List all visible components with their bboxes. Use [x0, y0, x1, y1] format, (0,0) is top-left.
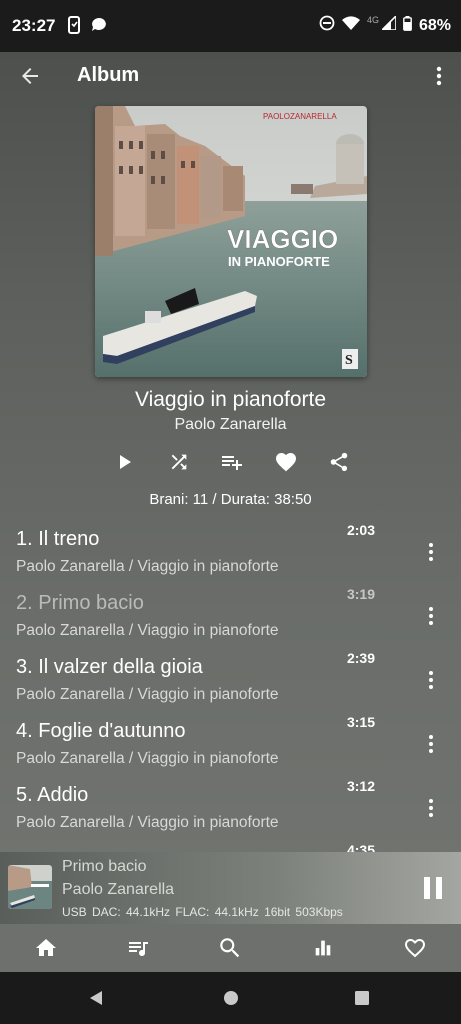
notification-chat-icon — [90, 16, 108, 39]
signal-icon — [380, 14, 397, 35]
cover-label-mark: S — [345, 353, 353, 368]
track-row[interactable]: 4:35 — [0, 834, 461, 852]
track-more-icon[interactable] — [427, 734, 435, 754]
track-duration: 4:35 — [346, 842, 375, 852]
system-nav-bar — [0, 972, 461, 1024]
track-duration: 2:03 — [346, 522, 375, 538]
track-row[interactable]: 1. Il treno Paolo Zanarella / Viaggio in… — [0, 514, 461, 578]
now-playing-bar[interactable]: Primo bacio Paolo Zanarella USB DAC: 44.… — [0, 852, 461, 924]
now-playing-title: Primo bacio — [62, 858, 147, 875]
add-to-playlist-icon[interactable] — [219, 449, 245, 475]
track-subtitle: Paolo Zanarella / Viaggio in pianoforte — [16, 558, 279, 575]
play-icon[interactable] — [112, 449, 138, 475]
search-icon[interactable] — [206, 928, 254, 968]
page-title: Album — [77, 64, 140, 86]
more-vert-icon[interactable] — [431, 64, 447, 88]
recents-square-icon[interactable] — [352, 988, 372, 1008]
status-time: 23:27 — [12, 16, 56, 35]
status-bar: 23:27 4G 68% — [0, 0, 461, 52]
album-title: Viaggio in pianoforte — [134, 388, 327, 411]
track-title: 5. Addio — [16, 784, 89, 806]
track-duration: 3:15 — [346, 714, 375, 730]
battery-icon — [403, 15, 412, 36]
app-bar: Album — [0, 52, 461, 98]
album-artist[interactable]: Paolo Zanarella — [0, 416, 461, 434]
track-more-icon[interactable] — [427, 670, 435, 690]
home-circle-icon[interactable] — [221, 988, 241, 1008]
track-title: 3. Il valzer della gioia — [16, 656, 203, 678]
equalizer-icon[interactable] — [299, 928, 347, 968]
track-subtitle: Paolo Zanarella / Viaggio in pianoforte — [16, 814, 279, 831]
track-more-icon[interactable] — [427, 798, 435, 818]
album-actions — [112, 448, 352, 476]
notification-phone-icon — [66, 16, 82, 39]
cover-publisher: PAOLOZANARELLA — [263, 112, 337, 121]
back-triangle-icon[interactable] — [86, 988, 106, 1008]
queue-music-icon[interactable] — [114, 928, 162, 968]
now-playing-artist: Paolo Zanarella — [62, 881, 175, 898]
album-cover[interactable]: PAOLOZANARELLA VIAGGIO IN PIANOFORTE S — [95, 106, 367, 377]
track-title: 4. Foglie d'autunno — [16, 720, 186, 742]
favorite-icon[interactable] — [273, 449, 299, 475]
track-list[interactable]: 1. Il treno Paolo Zanarella / Viaggio in… — [0, 514, 461, 852]
track-subtitle: Paolo Zanarella / Viaggio in pianoforte — [16, 750, 279, 767]
track-row[interactable]: 4. Foglie d'autunno Paolo Zanarella / Vi… — [0, 706, 461, 770]
now-playing-tech-info: USB DAC: 44.1kHz FLAC: 44.1kHz 16bit 503… — [62, 905, 343, 919]
cover-title-line2: IN PIANOFORTE — [228, 254, 330, 269]
track-duration: 3:19 — [346, 586, 375, 602]
battery-percent: 68% — [418, 16, 451, 34]
shuffle-icon[interactable] — [166, 449, 192, 475]
track-more-icon[interactable] — [427, 606, 435, 626]
track-row[interactable]: 3. Il valzer della gioia Paolo Zanarella… — [0, 642, 461, 706]
album-info: Brani: 11 / Durata: 38:50 — [149, 491, 312, 508]
track-subtitle: Paolo Zanarella / Viaggio in pianoforte — [16, 686, 279, 703]
track-title: 1. Il treno — [16, 528, 100, 550]
home-icon[interactable] — [22, 928, 70, 968]
pause-icon[interactable] — [421, 875, 445, 901]
bottom-nav — [0, 924, 461, 972]
dnd-icon — [319, 15, 335, 36]
cover-title-line1: VIAGGIO — [227, 224, 338, 254]
network-type-label: 4G — [366, 15, 379, 25]
track-duration: 2:39 — [346, 650, 375, 666]
track-row[interactable]: 5. Addio Paolo Zanarella / Viaggio in pi… — [0, 770, 461, 834]
now-playing-cover — [8, 865, 52, 909]
track-row[interactable]: 2. Primo bacio Paolo Zanarella / Viaggio… — [0, 578, 461, 642]
track-subtitle: Paolo Zanarella / Viaggio in pianoforte — [16, 622, 279, 639]
track-more-icon[interactable] — [427, 542, 435, 562]
track-duration: 3:12 — [346, 778, 375, 794]
arrow-back-icon[interactable] — [18, 64, 42, 88]
share-icon[interactable] — [326, 449, 352, 475]
favorite-outline-icon[interactable] — [391, 928, 439, 968]
track-title: 2. Primo bacio — [16, 592, 144, 614]
wifi-icon — [341, 16, 360, 35]
